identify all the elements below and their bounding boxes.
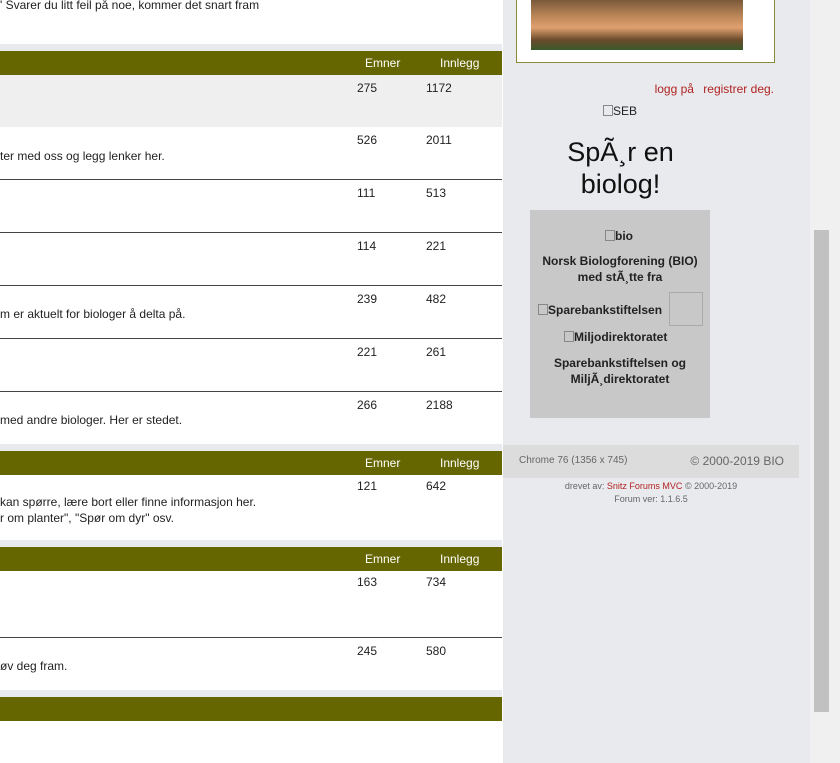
post-count: 580 <box>426 644 447 658</box>
forum-description-line2: r om planter", "Spør om dyr" osv. <box>0 511 174 525</box>
register-link[interactable]: registrer deg. <box>703 82 774 96</box>
forum-row[interactable]: øv deg fram. 245 580 <box>0 638 502 690</box>
topic-count: 275 <box>357 81 378 95</box>
photo-frame <box>516 0 775 63</box>
topics-column-header: Emner <box>365 56 401 70</box>
forum-row[interactable] <box>0 721 502 763</box>
post-count: 1172 <box>426 81 452 95</box>
topic-count: 239 <box>357 292 378 306</box>
ask-line-2: biolog! <box>580 169 661 199</box>
forum-row[interactable]: 111 513 <box>0 180 502 233</box>
bio-logo-alt: bio <box>615 229 633 243</box>
forum-row[interactable]: 163 734 <box>0 571 502 638</box>
forum-column: ' Svarer du litt feil på noe, kommer det… <box>0 0 502 763</box>
forum-row[interactable]: 221 261 <box>0 339 502 392</box>
seb-image[interactable]: SEB <box>603 104 637 118</box>
topic-count: 526 <box>357 133 378 147</box>
topics-column-header: Emner <box>365 456 401 470</box>
broken-image-icon <box>538 304 548 315</box>
category-header: Emner Innlegg <box>0 547 502 571</box>
support-caption-line2: MiljÃ¸direktoratet <box>570 372 670 386</box>
forum-row[interactable]: ter med oss og legg lenker her. 526 2011 <box>0 127 502 180</box>
topics-column-header: Emner <box>365 552 401 566</box>
bio-caption-line1: Norsk Biologforening (BIO) <box>542 254 698 268</box>
forum-row[interactable]: 114 221 <box>0 233 502 286</box>
bio-caption-line2: med stÃ¸tte fra <box>577 270 663 284</box>
miljodirektoratet-image[interactable]: Miljodirektoratet <box>564 330 667 344</box>
post-count: 2188 <box>426 398 453 412</box>
forum-row[interactable]: kan spørre, lære bort eller finne inform… <box>0 475 502 540</box>
forum-row[interactable]: med andre biologer. Her er stedet. 266 2… <box>0 392 502 444</box>
topic-count: 114 <box>357 239 377 253</box>
post-count: 221 <box>426 239 447 253</box>
topic-count: 221 <box>357 345 378 359</box>
sidebar: logg på registrer deg. SEB SpÃ¸r en biol… <box>503 0 810 763</box>
forum-row[interactable]: m er aktuelt for biologer å delta på. 23… <box>0 286 502 339</box>
broken-image-icon <box>603 105 613 116</box>
ask-line-1: SpÃ¸r en <box>567 137 674 167</box>
forum-row[interactable]: 275 1172 <box>0 75 502 127</box>
sponsor-box: bio Norsk Biologforening (BIO) med stÃ¸t… <box>530 210 710 418</box>
posts-column-header: Innlegg <box>440 456 480 470</box>
forum-description: m er aktuelt for biologer å delta på. <box>0 307 186 321</box>
powered-suffix: © 2000-2019 <box>684 481 738 491</box>
broken-image-icon <box>564 331 574 342</box>
post-count: 734 <box>426 575 447 589</box>
topic-count: 245 <box>357 644 378 658</box>
topic-count: 163 <box>357 575 378 589</box>
posts-column-header: Innlegg <box>440 56 480 70</box>
ask-biologist-heading[interactable]: SpÃ¸r en biolog! <box>543 136 698 200</box>
powered-by: drevet av: Snitz Forums MVC © 2000-2019 <box>503 481 799 491</box>
post-count: 482 <box>426 292 447 306</box>
category-header <box>0 697 502 721</box>
forum-description: ter med oss og legg lenker her. <box>0 149 165 163</box>
forum-description: kan spørre, lære bort eller finne inform… <box>0 495 257 509</box>
copyright: © 2000-2019 BIO <box>690 454 784 468</box>
posts-column-header: Innlegg <box>440 552 480 566</box>
login-link[interactable]: logg på <box>655 82 694 96</box>
forum-version: Forum ver: 1.1.6.5 <box>614 494 688 504</box>
miljodirektoratet-alt: Miljodirektoratet <box>574 330 668 344</box>
category-header: Emner Innlegg <box>0 451 502 475</box>
forum-description: øv deg fram. <box>0 659 68 673</box>
post-count: 513 <box>426 186 447 200</box>
sponsor-image-frame <box>669 292 703 326</box>
snitz-link[interactable]: Snitz Forums MVC <box>607 481 683 491</box>
broken-image-icon <box>605 230 615 241</box>
post-count: 642 <box>426 479 447 493</box>
top-snippet: ' Svarer du litt feil på noe, kommer det… <box>0 0 260 12</box>
powered-prefix: drevet av: <box>564 481 605 491</box>
bio-logo-image[interactable]: bio <box>605 229 633 243</box>
category-header: Emner Innlegg <box>0 51 502 75</box>
seb-image-alt: SEB <box>613 104 638 118</box>
post-count: 261 <box>426 345 447 359</box>
forum-description: med andre biologer. Her er stedet. <box>0 413 183 427</box>
mushroom-photo <box>531 0 743 50</box>
support-caption-line1: Sparebankstiftelsen og <box>553 356 687 370</box>
topic-count: 121 <box>357 479 378 493</box>
post-count: 2011 <box>426 133 452 147</box>
sparebankstiftelsen-image[interactable]: Sparebankstiftelsen <box>538 303 662 317</box>
scrollbar-thumb[interactable] <box>814 230 829 712</box>
footer-bar: Chrome 76 (1356 x 745) © 2000-2019 BIO <box>503 445 799 478</box>
topic-count: 111 <box>357 186 376 200</box>
topic-count: 266 <box>357 398 378 412</box>
browser-info: Chrome 76 (1356 x 745) <box>519 455 628 466</box>
top-panel: ' Svarer du litt feil på noe, kommer det… <box>0 0 502 44</box>
sparebankstiftelsen-alt: Sparebankstiftelsen <box>548 303 663 317</box>
auth-links: logg på registrer deg. <box>649 82 774 96</box>
